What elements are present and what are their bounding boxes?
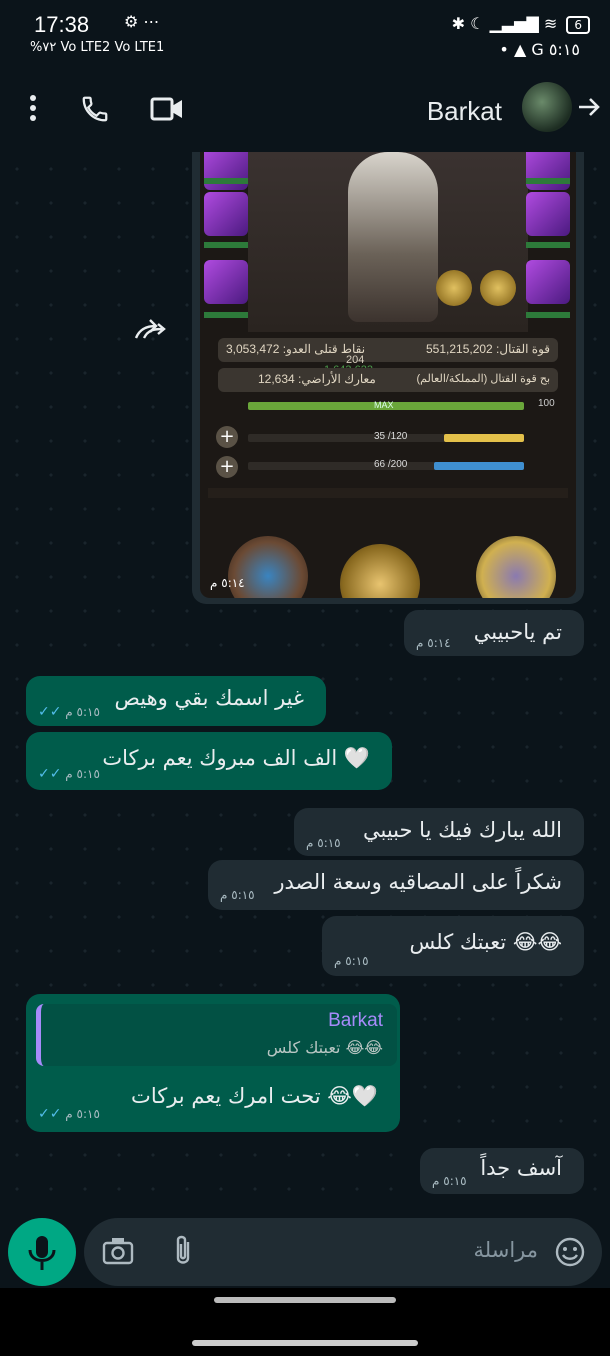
stat-row-land: بح قوة القتال (المملكة/العالم) معارك الأ… bbox=[218, 368, 558, 392]
message-bubble[interactable]: Barkat تعبتك كلس 😂😂 تحت امرك يعم بركات 😂… bbox=[26, 994, 400, 1132]
message-time: ٥:١٤ م bbox=[210, 576, 245, 590]
stat-row-power: قوة القتال: 551,215,202 نقاط قتلى العدو:… bbox=[218, 338, 558, 362]
avatar[interactable] bbox=[522, 82, 572, 132]
video-call-icon[interactable] bbox=[150, 94, 184, 131]
mic-icon bbox=[28, 1236, 56, 1270]
read-ticks-icon: ✓✓ bbox=[38, 766, 66, 782]
attach-icon[interactable] bbox=[172, 1234, 194, 1272]
message-bubble[interactable]: غير اسمك بقي وهيص ✓✓ ٥:١٥ م bbox=[26, 676, 326, 726]
contact-name[interactable]: Barkat bbox=[427, 96, 502, 127]
battery-icon: 6 bbox=[566, 16, 590, 34]
reply-text: تعبتك كلس 😂😂 bbox=[266, 1038, 383, 1057]
emoji-icon[interactable] bbox=[554, 1236, 586, 1272]
message-bubble[interactable]: تم ياحبيبي ٥:١٤ م bbox=[404, 610, 584, 656]
message-bubble[interactable]: آسف جداً ٥:١٥ م bbox=[420, 1148, 584, 1194]
quoted-reply[interactable]: Barkat تعبتك كلس 😂😂 bbox=[36, 1004, 397, 1066]
status-time: 17:38 bbox=[34, 12, 90, 37]
message-bubble[interactable]: الف الف مبروك يعم بركات 🤍 ✓✓ ٥:١٥ م bbox=[26, 732, 392, 790]
read-ticks-icon: ✓✓ bbox=[38, 704, 66, 720]
phone-icon[interactable] bbox=[80, 94, 110, 131]
more-vert-icon[interactable] bbox=[28, 94, 38, 129]
image-message[interactable]: قوة القتال: 551,215,202 نقاط قتلى العدو:… bbox=[192, 152, 584, 604]
chat-header: Barkat bbox=[0, 72, 610, 152]
medal-icon bbox=[476, 536, 556, 598]
status-right-row2: • ▲ G ٥:١٥ bbox=[499, 40, 580, 59]
helmet-icon bbox=[480, 270, 516, 306]
status-right-icons: ✱ ☾ ▁▃▅▇ ≋ 6 bbox=[452, 14, 590, 34]
hero-portrait bbox=[248, 152, 528, 332]
forward-icon[interactable] bbox=[134, 318, 168, 351]
home-indicator[interactable] bbox=[192, 1340, 418, 1346]
chat-area[interactable]: قوة القتال: 551,215,202 نقاط قتلى العدو:… bbox=[0, 152, 610, 1212]
message-input[interactable]: مراسلة bbox=[84, 1218, 602, 1286]
message-placeholder: مراسلة bbox=[473, 1238, 538, 1262]
emblem-icon bbox=[436, 270, 472, 306]
message-bubble[interactable]: الله يبارك فيك يا حبيبي ٥:١٥ م bbox=[294, 808, 584, 856]
gesture-handle[interactable] bbox=[214, 1297, 396, 1303]
reply-author: Barkat bbox=[328, 1010, 383, 1031]
mic-button[interactable] bbox=[8, 1218, 76, 1286]
camera-icon[interactable] bbox=[102, 1236, 134, 1270]
back-arrow-icon[interactable] bbox=[576, 94, 602, 127]
medal-icon bbox=[340, 544, 420, 598]
status-signal-info: %٧٢ Vo LTE2 Vo LTE1 bbox=[30, 40, 165, 55]
read-ticks-icon: ✓✓ bbox=[38, 1106, 66, 1122]
add-energy-button[interactable]: + bbox=[216, 456, 238, 478]
message-bubble[interactable]: تعبتك كلس 😂😂 ٥:١٥ م bbox=[322, 916, 584, 976]
status-bar: 17:38 ⚙ ⋯ %٧٢ Vo LTE2 Vo LTE1 ✱ ☾ ▁▃▅▇ ≋… bbox=[0, 0, 610, 72]
input-bar: مراسلة bbox=[0, 1212, 610, 1288]
status-notification-icons: ⚙ ⋯ bbox=[124, 12, 160, 31]
add-stamina-button[interactable]: + bbox=[216, 426, 238, 448]
message-bubble[interactable]: شكراً على المصاقيه وسعة الصدر ٥:١٥ م bbox=[208, 860, 584, 910]
game-screenshot[interactable]: قوة القتال: 551,215,202 نقاط قتلى العدو:… bbox=[200, 152, 576, 598]
